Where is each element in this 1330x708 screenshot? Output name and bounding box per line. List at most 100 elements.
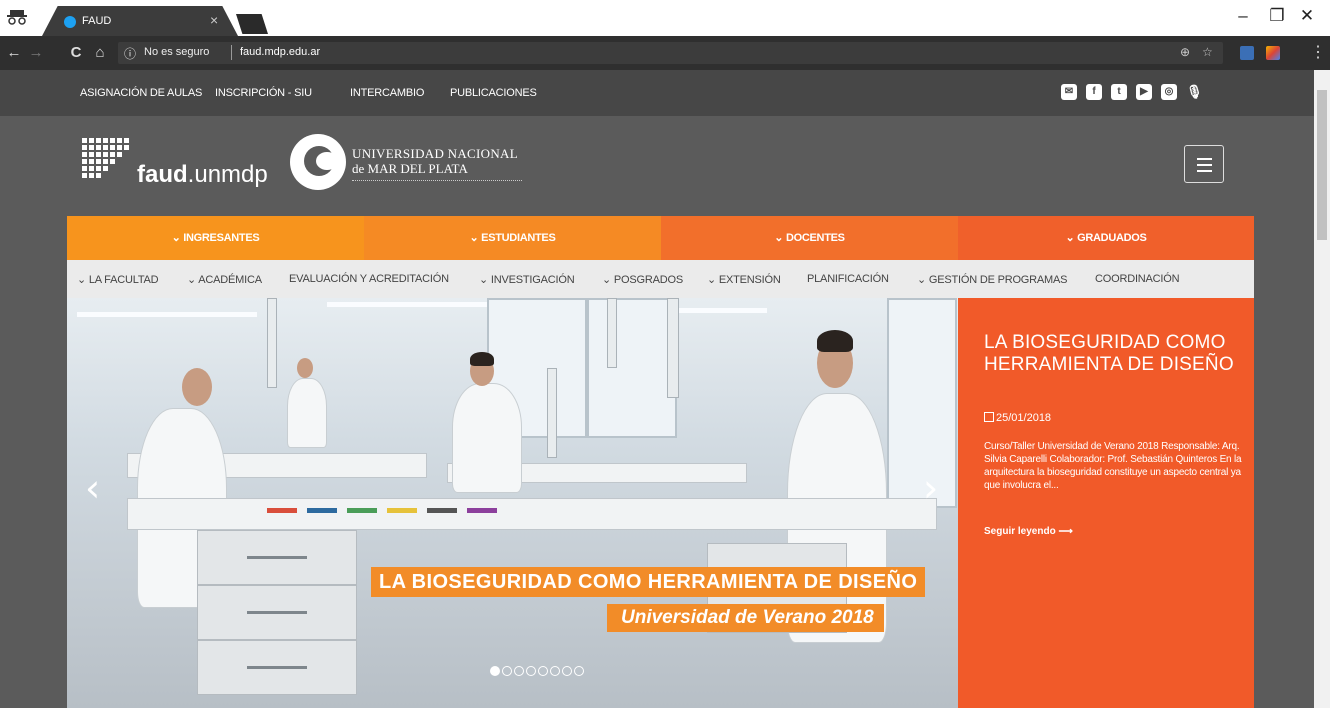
back-icon[interactable]: ← [4, 44, 24, 61]
fume-arm [267, 298, 277, 388]
read-more-link[interactable]: Seguir leyendo ⟶ [984, 526, 1073, 537]
news-date: 25/01/2018 [984, 412, 1051, 424]
scrollbar-thumb[interactable] [1317, 90, 1327, 240]
drawer-handle [247, 556, 307, 559]
minimize-button[interactable]: – [1228, 6, 1258, 26]
submenu-planificacion[interactable]: PLANIFICACIÓN [807, 273, 889, 285]
material-swatch [307, 508, 337, 513]
facebook-icon[interactable]: f [1086, 84, 1102, 100]
close-window-button[interactable]: ✕ [1292, 6, 1322, 26]
tab-title: FAUD [82, 15, 112, 27]
fume-arm [667, 298, 679, 398]
slider-dot[interactable] [550, 666, 560, 676]
web-page: ASIGNACIÓN DE AULAS INSCRIPCIÓN - SIU IN… [0, 70, 1314, 708]
restore-button[interactable]: ❐ [1262, 6, 1292, 26]
home-icon[interactable]: ⌂ [90, 44, 110, 61]
ceiling-light [77, 312, 257, 317]
toplink-asignacion[interactable]: ASIGNACIÓN DE AULAS [80, 87, 202, 99]
toplink-intercambio[interactable]: INTERCAMBIO [350, 87, 424, 99]
menu-estudiantes[interactable]: ⌄ ESTUDIANTES [364, 216, 661, 260]
divider [352, 180, 522, 181]
toplink-publicaciones[interactable]: PUBLICACIONES [450, 87, 537, 99]
browser-tab-strip: FAUD × – ❐ ✕ [0, 0, 1330, 36]
submenu-extension[interactable]: ⌄ EXTENSIÓN [707, 273, 781, 286]
university-name-line1: UNIVERSIDAD NACIONAL [352, 146, 518, 161]
separator [231, 45, 232, 60]
slider-dot[interactable] [526, 666, 536, 676]
bookmark-star-icon[interactable]: ☆ [1202, 45, 1213, 59]
slider-dot[interactable] [574, 666, 584, 676]
slide-caption-subtitle: Universidad de Verano 2018 [607, 604, 884, 632]
lab-person-hair [470, 352, 494, 366]
lab-person-head [297, 358, 313, 378]
main-menu: ⌄ INGRESANTES ⌄ ESTUDIANTES ⌄ DOCENTES ⌄… [67, 216, 1254, 260]
material-swatch [387, 508, 417, 513]
logo-light: .unmdp [187, 161, 268, 188]
incognito-icon [4, 8, 30, 28]
browser-tab[interactable]: FAUD × [42, 6, 238, 36]
microphone-icon[interactable]: 🎙 [1186, 84, 1203, 100]
slider-dot[interactable] [538, 666, 548, 676]
slider-dot[interactable] [490, 666, 500, 676]
faud-logo-text[interactable]: faud.unmdp [137, 161, 268, 189]
instagram-icon[interactable]: ◎ [1161, 84, 1177, 100]
featured-news-panel: LA BIOSEGURIDAD COMO HERRAMIENTA DE DISE… [958, 298, 1254, 708]
faud-logo-mark[interactable] [82, 138, 129, 184]
news-title[interactable]: LA BIOSEGURIDAD COMO HERRAMIENTA DE DISE… [984, 332, 1244, 376]
slider-prev-arrow[interactable]: ‹ [85, 468, 105, 508]
security-label: No es seguro [144, 46, 210, 58]
toplink-inscripcion[interactable]: INSCRIPCIÓN - SIU [215, 87, 312, 99]
fume-arm [607, 298, 617, 368]
reload-icon[interactable]: C [66, 44, 86, 61]
material-swatch [467, 508, 497, 513]
lab-window [887, 298, 957, 508]
material-swatch [347, 508, 377, 513]
menu-icon[interactable]: ⋮ [1310, 42, 1326, 62]
slider-next-arrow[interactable]: › [923, 468, 943, 508]
submenu-investigacion[interactable]: ⌄ INVESTIGACIÓN [479, 273, 575, 286]
lab-person-hair [817, 330, 853, 352]
slider-pagination [490, 663, 586, 676]
sub-menu: ⌄ LA FACULTAD ⌄ ACADÉMICA EVALUACIÓN Y A… [67, 260, 1254, 298]
hamburger-menu-button[interactable] [1184, 145, 1224, 183]
ceiling-light [327, 302, 487, 307]
tab-close-icon[interactable]: × [210, 12, 218, 28]
email-icon[interactable]: ✉ [1061, 84, 1077, 100]
lab-bench [127, 498, 937, 530]
university-name-line2: de MAR DEL PLATA [352, 161, 468, 176]
calendar-icon [984, 412, 994, 422]
material-swatch [427, 508, 457, 513]
extension-icon[interactable] [1266, 46, 1280, 60]
drawer-handle [247, 666, 307, 669]
page-scrollbar[interactable] [1314, 70, 1330, 708]
lab-person [452, 383, 522, 493]
menu-graduados[interactable]: ⌄ GRADUADOS [958, 216, 1254, 260]
youtube-icon[interactable]: ▶ [1136, 84, 1152, 100]
top-bar: ASIGNACIÓN DE AULAS INSCRIPCIÓN - SIU IN… [0, 70, 1314, 116]
slider-dot[interactable] [562, 666, 572, 676]
zoom-icon[interactable]: ⊕ [1180, 45, 1190, 59]
lab-person-head [182, 368, 212, 406]
menu-docentes[interactable]: ⌄ DOCENTES [661, 216, 958, 260]
university-logo[interactable] [290, 134, 346, 190]
submenu-evaluacion[interactable]: EVALUACIÓN Y ACREDITACIÓN [289, 273, 449, 285]
url-text[interactable]: faud.mdp.edu.ar [240, 46, 320, 58]
submenu-gestion[interactable]: ⌄ GESTIÓN DE PROGRAMAS [917, 273, 1067, 286]
extension-icon[interactable] [1240, 46, 1254, 60]
twitter-icon[interactable]: t [1111, 84, 1127, 100]
info-icon[interactable]: ⓘ [124, 45, 136, 62]
submenu-coordinacion[interactable]: COORDINACIÓN [1095, 273, 1180, 285]
submenu-la-facultad[interactable]: ⌄ LA FACULTAD [77, 273, 159, 286]
new-tab-button[interactable] [236, 14, 268, 34]
lab-window [587, 298, 677, 438]
hero-slider[interactable]: ‹ › LA BIOSEGURIDAD COMO HERRAMIENTA DE … [67, 298, 958, 708]
forward-icon[interactable]: → [26, 44, 46, 61]
lab-person [287, 378, 327, 448]
news-date-text: 25/01/2018 [996, 412, 1052, 424]
slider-dot[interactable] [514, 666, 524, 676]
address-bar[interactable]: ⓘ No es seguro faud.mdp.edu.ar ⊕ ☆ [118, 42, 1223, 64]
submenu-posgrados[interactable]: ⌄ POSGRADOS [602, 273, 683, 286]
slider-dot[interactable] [502, 666, 512, 676]
submenu-academica[interactable]: ⌄ ACADÉMICA [187, 273, 262, 286]
menu-ingresantes[interactable]: ⌄ INGRESANTES [67, 216, 364, 260]
